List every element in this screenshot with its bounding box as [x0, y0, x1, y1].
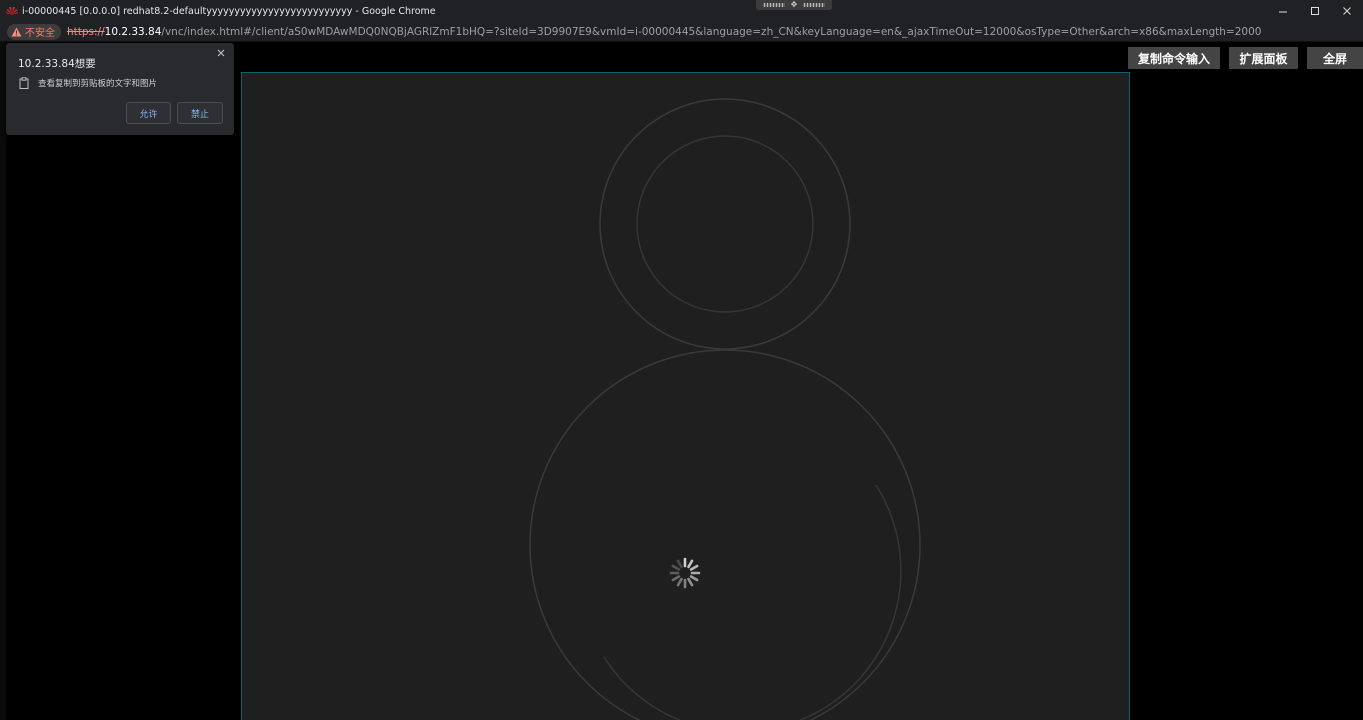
grip-dots-right-icon — [803, 3, 826, 7]
security-indicator[interactable]: 不安全 — [7, 23, 61, 40]
permission-description: 查看复制到剪贴板的文字和图片 — [38, 79, 158, 89]
window-titlebar: i-00000445 [0.0.0.0] redhat8.2-defaultyy… — [0, 0, 1363, 22]
left-edge-strip — [0, 42, 6, 720]
vnc-display-canvas[interactable] — [241, 72, 1130, 720]
warning-triangle-icon — [11, 27, 22, 36]
address-bar: 不安全 https://10.2.33.84/vnc/index.html#/c… — [0, 22, 1363, 42]
maximize-button[interactable] — [1299, 0, 1331, 22]
minimize-button[interactable] — [1267, 0, 1299, 22]
boot-splash-graphic — [529, 98, 921, 720]
maximize-icon — [1311, 7, 1319, 15]
security-label: 不安全 — [25, 28, 55, 39]
clipboard-icon — [19, 77, 29, 89]
close-window-button[interactable] — [1331, 0, 1363, 22]
window-title: i-00000445 [0.0.0.0] redhat8.2-defaultyy… — [22, 5, 436, 17]
url-scheme: https:// — [67, 25, 105, 38]
window-controls — [1267, 0, 1363, 22]
loading-spinner-icon — [669, 557, 701, 589]
permission-title: 10.2.33.84想要 — [18, 58, 96, 70]
close-icon — [1343, 7, 1351, 15]
permission-request-row: 查看复制到剪贴板的文字和图片 — [19, 77, 157, 89]
url-path: /vnc/index.html#/client/aS0wMDAwMDQ0NQBj… — [161, 25, 1262, 38]
move-icon: ✥ — [790, 0, 798, 9]
copy-command-input-button[interactable]: 复制命令输入 — [1128, 47, 1220, 69]
grip-dots-left-icon — [762, 3, 785, 7]
fullscreen-button[interactable]: 全屏 — [1307, 47, 1363, 69]
permission-close-button[interactable] — [215, 47, 227, 59]
url-field[interactable]: https://10.2.33.84/vnc/index.html#/clien… — [67, 26, 1261, 38]
allow-button[interactable]: 允许 — [126, 102, 171, 124]
minimize-icon — [1279, 11, 1287, 13]
extended-panel-button[interactable]: 扩展面板 — [1229, 47, 1298, 69]
block-button[interactable]: 禁止 — [177, 102, 223, 124]
remote-toolbar-drag-handle[interactable]: ✥ — [756, 0, 832, 10]
clipboard-permission-popup: 10.2.33.84想要 查看复制到剪贴板的文字和图片 允许 禁止 — [6, 43, 234, 135]
close-icon — [217, 49, 225, 57]
url-host: 10.2.33.84 — [104, 25, 162, 38]
huawei-logo-icon — [4, 3, 20, 19]
